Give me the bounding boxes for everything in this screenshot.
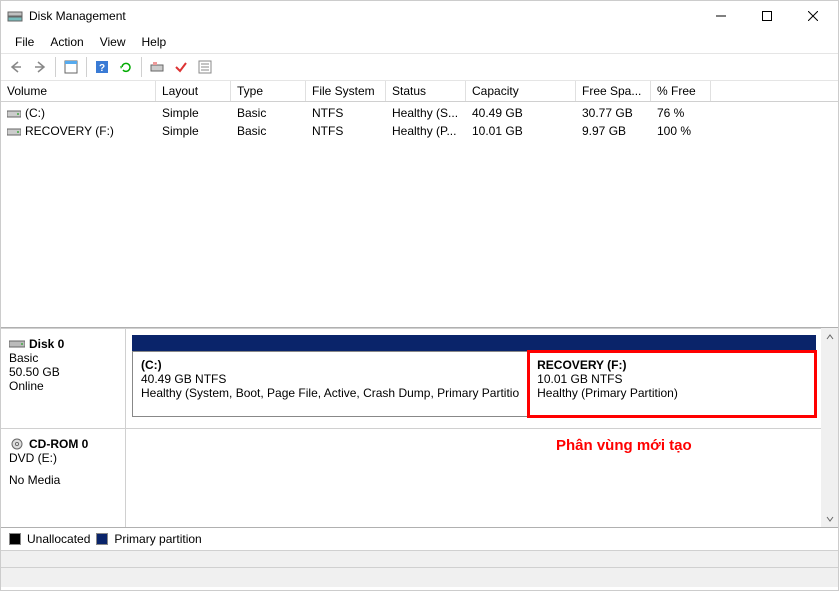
help-button[interactable]: ? [91, 56, 113, 78]
partition-size: 10.01 GB NTFS [537, 372, 807, 386]
menubar: File Action View Help [1, 31, 838, 53]
menu-file[interactable]: File [7, 33, 42, 51]
col-layout[interactable]: Layout [156, 81, 231, 101]
check-button[interactable] [170, 56, 192, 78]
cell-type: Basic [231, 105, 306, 121]
disk-row-cdrom0[interactable]: CD-ROM 0 DVD (E:) No Media Phân vùng mới… [1, 428, 838, 528]
cell-volume: (C:) [1, 105, 156, 121]
cell-pct: 100 % [651, 123, 711, 139]
menu-action[interactable]: Action [42, 33, 91, 51]
disk-size: 50.50 GB [9, 365, 117, 379]
col-filesystem[interactable]: File System [306, 81, 386, 101]
legend-unallocated: Unallocated [27, 532, 90, 546]
cell-fs: NTFS [306, 123, 386, 139]
partition-status: Healthy (Primary Partition) [537, 386, 807, 400]
separator [86, 57, 87, 77]
settings-button[interactable] [146, 56, 168, 78]
cell-free: 9.97 GB [576, 123, 651, 139]
partition-status: Healthy (System, Boot, Page File, Active… [141, 386, 519, 400]
volume-rows: (C:) Simple Basic NTFS Healthy (S... 40.… [1, 102, 838, 140]
back-button[interactable] [5, 56, 27, 78]
cell-pct: 76 % [651, 105, 711, 121]
list-button[interactable] [194, 56, 216, 78]
partition-c[interactable]: (C:) 40.49 GB NTFS Healthy (System, Boot… [132, 351, 528, 417]
window-title: Disk Management [29, 9, 698, 23]
legend-swatch-unallocated [9, 533, 21, 545]
svg-text:?: ? [99, 63, 105, 74]
cell-fs: NTFS [306, 105, 386, 121]
cell-status: Healthy (S... [386, 105, 466, 121]
close-button[interactable] [790, 1, 836, 31]
horizontal-scrollbar[interactable] [1, 550, 838, 567]
disk-name: CD-ROM 0 [9, 437, 117, 451]
cell-capacity: 40.49 GB [466, 105, 576, 121]
disk-graphic-panel: Disk 0 Basic 50.50 GB Online (C:) 40.49 … [1, 328, 838, 528]
disk-row-disk0[interactable]: Disk 0 Basic 50.50 GB Online (C:) 40.49 … [1, 328, 838, 428]
menu-help[interactable]: Help [134, 33, 175, 51]
disk-type: DVD (E:) [9, 451, 117, 465]
titlebar: Disk Management [1, 1, 838, 31]
volume-row[interactable]: (C:) Simple Basic NTFS Healthy (S... 40.… [1, 104, 838, 122]
col-pctfree[interactable]: % Free [651, 81, 711, 101]
disk-label: Disk 0 Basic 50.50 GB Online [1, 329, 126, 428]
col-freespace[interactable]: Free Spa... [576, 81, 651, 101]
volume-row[interactable]: RECOVERY (F:) Simple Basic NTFS Healthy … [1, 122, 838, 140]
partition-stripe [132, 335, 816, 351]
partition-size: 40.49 GB NTFS [141, 372, 519, 386]
col-type[interactable]: Type [231, 81, 306, 101]
window-controls [698, 1, 836, 31]
separator [55, 57, 56, 77]
col-volume[interactable]: Volume [1, 81, 156, 101]
separator [141, 57, 142, 77]
partition-recovery[interactable]: RECOVERY (F:) 10.01 GB NTFS Healthy (Pri… [528, 351, 816, 417]
legend-primary: Primary partition [114, 532, 201, 546]
cell-volume: RECOVERY (F:) [1, 123, 156, 139]
cdrom-icon [9, 438, 25, 450]
cell-capacity: 10.01 GB [466, 123, 576, 139]
drive-icon [7, 126, 21, 136]
annotation-label: Phân vùng mới tạo [556, 437, 692, 454]
disk-icon [9, 338, 25, 350]
partition-name: RECOVERY (F:) [537, 358, 807, 372]
cell-layout: Simple [156, 105, 231, 121]
minimize-button[interactable] [698, 1, 744, 31]
disk-name: Disk 0 [9, 337, 117, 351]
maximize-button[interactable] [744, 1, 790, 31]
volume-header-row: Volume Layout Type File System Status Ca… [1, 81, 838, 102]
partition-name: (C:) [141, 358, 519, 372]
toolbar: ? [1, 53, 838, 81]
forward-button[interactable] [29, 56, 51, 78]
drive-icon [7, 108, 21, 118]
col-capacity[interactable]: Capacity [466, 81, 576, 101]
disk-status: Online [9, 379, 117, 393]
menu-view[interactable]: View [92, 33, 134, 51]
col-status[interactable]: Status [386, 81, 466, 101]
cell-layout: Simple [156, 123, 231, 139]
cell-status: Healthy (P... [386, 123, 466, 139]
app-icon [7, 8, 23, 24]
disk-label: CD-ROM 0 DVD (E:) No Media [1, 429, 126, 528]
view-button[interactable] [60, 56, 82, 78]
refresh-button[interactable] [115, 56, 137, 78]
volume-list-panel: Volume Layout Type File System Status Ca… [1, 81, 838, 328]
disk-type: Basic [9, 351, 117, 365]
cell-free: 30.77 GB [576, 105, 651, 121]
legend: Unallocated Primary partition [1, 528, 838, 550]
disk-status: No Media [9, 473, 117, 487]
cell-type: Basic [231, 123, 306, 139]
statusbar [1, 567, 838, 587]
legend-swatch-primary [96, 533, 108, 545]
